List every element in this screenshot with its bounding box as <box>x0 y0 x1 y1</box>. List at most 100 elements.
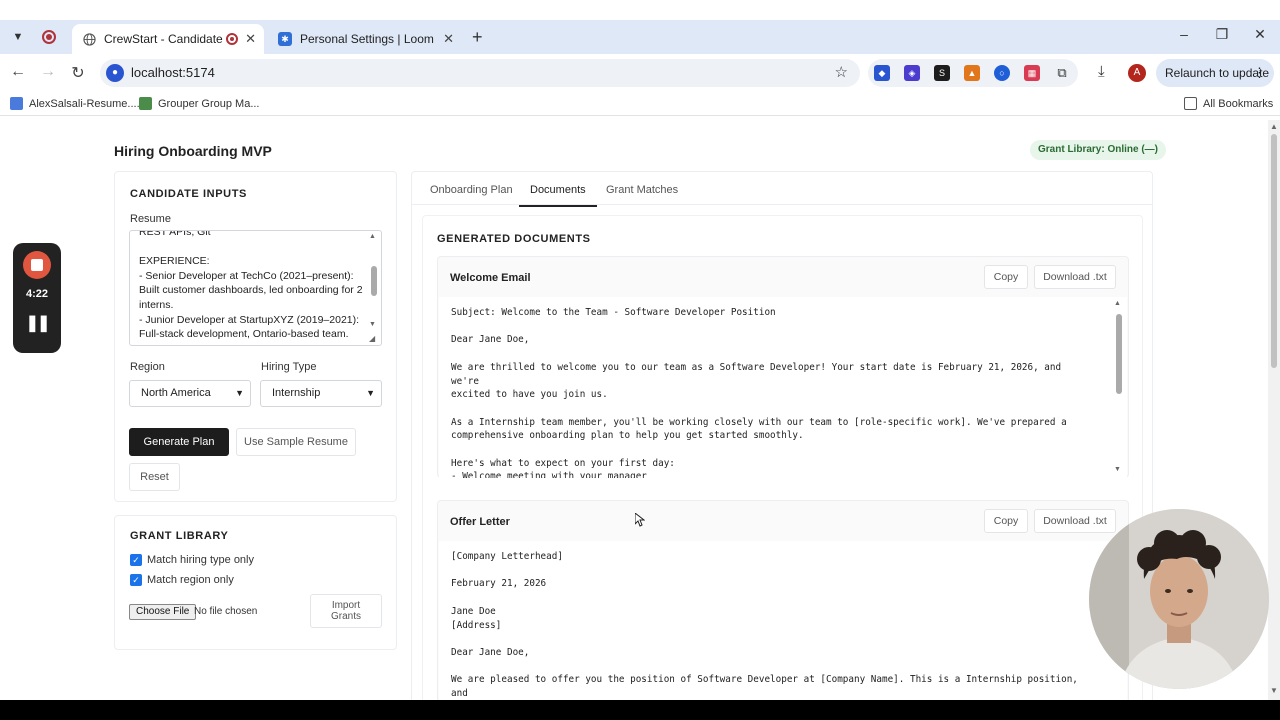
status-badge: Grant Library: Online (—) <box>1030 140 1167 160</box>
section-heading: CANDIDATE INPUTS <box>130 188 247 200</box>
chevron-down-icon: ▼ <box>366 388 375 398</box>
extension-icon[interactable]: ▦ <box>1024 65 1040 81</box>
resume-text: REST APIs, Git EXPERIENCE: - Senior Deve… <box>139 230 363 341</box>
folder-icon <box>1184 97 1197 110</box>
scroll-thumb[interactable] <box>1116 314 1122 394</box>
webcam-person-image <box>1089 509 1269 689</box>
tab-recording-icon <box>226 33 238 45</box>
url-text: localhost:5174 <box>131 65 215 80</box>
reset-button[interactable]: Reset <box>129 463 180 491</box>
document-title: Offer Letter <box>450 516 510 528</box>
download-txt-button[interactable]: Download .txt <box>1034 265 1116 289</box>
puzzle-icon[interactable]: ⧉ <box>1054 65 1070 81</box>
site-info-icon[interactable]: ● <box>106 64 124 82</box>
region-select[interactable]: North America ▼ <box>129 380 251 407</box>
forward-icon[interactable]: → <box>38 63 58 81</box>
grant-library-card: GRANT LIBRARY ✓ Match hiring type only ✓… <box>114 515 397 650</box>
extension-icon[interactable]: ○ <box>994 65 1010 81</box>
page-viewport: Hiring Onboarding MVP Grant Library: Onl… <box>0 120 1268 700</box>
match-hiring-type-checkbox[interactable]: ✓ <box>130 554 142 566</box>
all-bookmarks-label: All Bookmarks <box>1203 97 1274 110</box>
minimize-icon[interactable]: – <box>1174 26 1194 42</box>
close-tab-icon[interactable]: ✕ <box>245 31 256 47</box>
welcome-email-card: Welcome Email Copy Download .txt Subject… <box>437 256 1129 478</box>
webcam-bubble[interactable] <box>1089 509 1269 689</box>
extension-icon[interactable]: ◆ <box>874 65 890 81</box>
tab-grant-matches[interactable]: Grant Matches <box>606 184 678 196</box>
tab-documents[interactable]: Documents <box>519 184 597 207</box>
restore-icon[interactable]: ❐ <box>1212 26 1232 43</box>
globe-icon <box>82 32 96 46</box>
scroll-down-icon[interactable]: ▼ <box>1114 466 1121 473</box>
resize-grip-icon[interactable]: ◢ <box>369 334 375 343</box>
tab-strip: ▼ CrewStart - Candidate Onb ✕ ✱ Personal… <box>0 20 1280 54</box>
resume-scrollbar[interactable]: ▲ ▼ ◢ <box>369 233 379 343</box>
copy-button[interactable]: Copy <box>984 509 1028 533</box>
scroll-down-icon[interactable]: ▼ <box>1270 686 1278 695</box>
no-file-label: No file chosen <box>194 606 258 617</box>
match-region-checkbox[interactable]: ✓ <box>130 574 142 586</box>
import-grants-button[interactable]: Import Grants <box>310 594 382 628</box>
scroll-up-icon[interactable]: ▲ <box>1270 122 1278 131</box>
document-scrollbar[interactable]: ▲ ▼ <box>1114 300 1124 475</box>
chevron-down-icon: ▼ <box>235 388 244 398</box>
bookmark-item[interactable]: Grouper Group Ma... <box>139 97 260 110</box>
scroll-thumb[interactable] <box>371 266 377 296</box>
bookmark-star-icon[interactable]: ☆ <box>835 63 848 81</box>
choose-file-button[interactable]: Choose File <box>129 604 197 620</box>
tab-search-icon[interactable]: ▼ <box>8 27 28 47</box>
document-body[interactable]: [Company Letterhead] February 21, 2026 J… <box>439 541 1127 700</box>
candidate-inputs-card: CANDIDATE INPUTS Resume REST APIs, Git E… <box>114 171 397 502</box>
document-text: [Company Letterhead] February 21, 2026 J… <box>451 551 1078 700</box>
match-hiring-type-label: Match hiring type only <box>147 554 254 566</box>
bookmark-label: Grouper Group Ma... <box>158 97 260 110</box>
address-bar[interactable]: ● localhost:5174 ☆ <box>100 59 860 87</box>
scroll-down-icon[interactable]: ▼ <box>369 321 376 328</box>
relaunch-button[interactable]: Relaunch to update ⋮ <box>1156 59 1274 87</box>
document-body[interactable]: Subject: Welcome to the Team - Software … <box>439 297 1127 478</box>
resume-textarea[interactable]: REST APIs, Git EXPERIENCE: - Senior Deve… <box>129 230 382 346</box>
close-window-icon[interactable]: ✕ <box>1250 26 1270 43</box>
back-icon[interactable]: ← <box>8 63 28 81</box>
tab-crewstart[interactable]: CrewStart - Candidate Onb ✕ <box>72 24 264 54</box>
bookmark-item[interactable]: AlexSalsali-Resume.... <box>10 97 140 110</box>
profile-avatar[interactable]: A <box>1128 64 1146 82</box>
tab-loom-settings[interactable]: ✱ Personal Settings | Loom ✕ <box>268 24 462 54</box>
page-title: Hiring Onboarding MVP <box>114 143 272 159</box>
bookmarks-bar: AlexSalsali-Resume.... Grouper Group Ma.… <box>0 92 1280 116</box>
close-tab-icon[interactable]: ✕ <box>443 31 454 47</box>
more-menu-icon[interactable]: ⋮ <box>1253 59 1266 87</box>
docs-icon <box>10 97 23 110</box>
copy-button[interactable]: Copy <box>984 265 1028 289</box>
tab-onboarding-plan[interactable]: Onboarding Plan <box>430 184 513 196</box>
download-icon[interactable]: ⤓ <box>1098 63 1105 80</box>
extension-icon[interactable]: S <box>934 65 950 81</box>
download-txt-button[interactable]: Download .txt <box>1034 509 1116 533</box>
use-sample-resume-button[interactable]: Use Sample Resume <box>236 428 356 456</box>
metamask-icon[interactable]: ▲ <box>964 65 980 81</box>
pause-icon[interactable]: ❚❚ <box>13 313 61 333</box>
offer-letter-card: Offer Letter Copy Download .txt [Company… <box>437 500 1129 700</box>
bookmark-label: AlexSalsali-Resume.... <box>29 97 140 110</box>
new-tab-icon[interactable]: + <box>472 27 483 48</box>
scroll-thumb[interactable] <box>1271 134 1277 368</box>
extension-icon[interactable]: ◈ <box>904 65 920 81</box>
section-heading: GRANT LIBRARY <box>130 530 229 542</box>
all-bookmarks[interactable]: All Bookmarks <box>1184 97 1273 110</box>
reload-icon[interactable]: ↻ <box>68 63 88 83</box>
generate-plan-button[interactable]: Generate Plan <box>129 428 229 456</box>
browser-toolbar: ← → ↻ ● localhost:5174 ☆ ◆ ◈ S ▲ ○ ▦ ⧉ ⤓… <box>0 54 1280 92</box>
document-title: Welcome Email <box>450 272 531 284</box>
section-heading: GENERATED DOCUMENTS <box>437 233 591 245</box>
scroll-up-icon[interactable]: ▲ <box>369 233 376 240</box>
page-scrollbar[interactable]: ▲ ▼ <box>1268 120 1280 700</box>
hiring-type-select[interactable]: Internship ▼ <box>260 380 382 407</box>
bookmark-site-icon <box>139 97 152 110</box>
tab-title: CrewStart - Candidate Onb <box>104 32 226 46</box>
stop-recording-button[interactable] <box>23 251 51 279</box>
document-text: Subject: Welcome to the Team - Software … <box>451 307 1067 478</box>
documents-panel: GENERATED DOCUMENTS Welcome Email Copy D… <box>422 215 1143 700</box>
scroll-up-icon[interactable]: ▲ <box>1114 300 1121 307</box>
tab-title: Personal Settings | Loom <box>300 32 434 46</box>
recorder-widget: 4:22 ❚❚ <box>13 243 61 353</box>
